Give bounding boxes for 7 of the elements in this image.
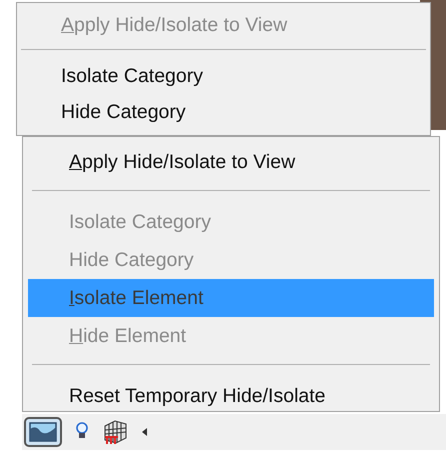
menu-item[interactable]: Hide Category	[17, 94, 430, 130]
menu-item[interactable]: Reset Temporary Hide/Isolate	[28, 377, 434, 415]
grid-icon[interactable]	[102, 418, 128, 446]
hide-isolate-icon[interactable]	[24, 417, 62, 447]
caret-icon[interactable]	[140, 425, 150, 439]
menu-item[interactable]: Isolate Category	[17, 58, 430, 94]
menu-item[interactable]: Apply Hide/Isolate to View	[28, 143, 434, 181]
